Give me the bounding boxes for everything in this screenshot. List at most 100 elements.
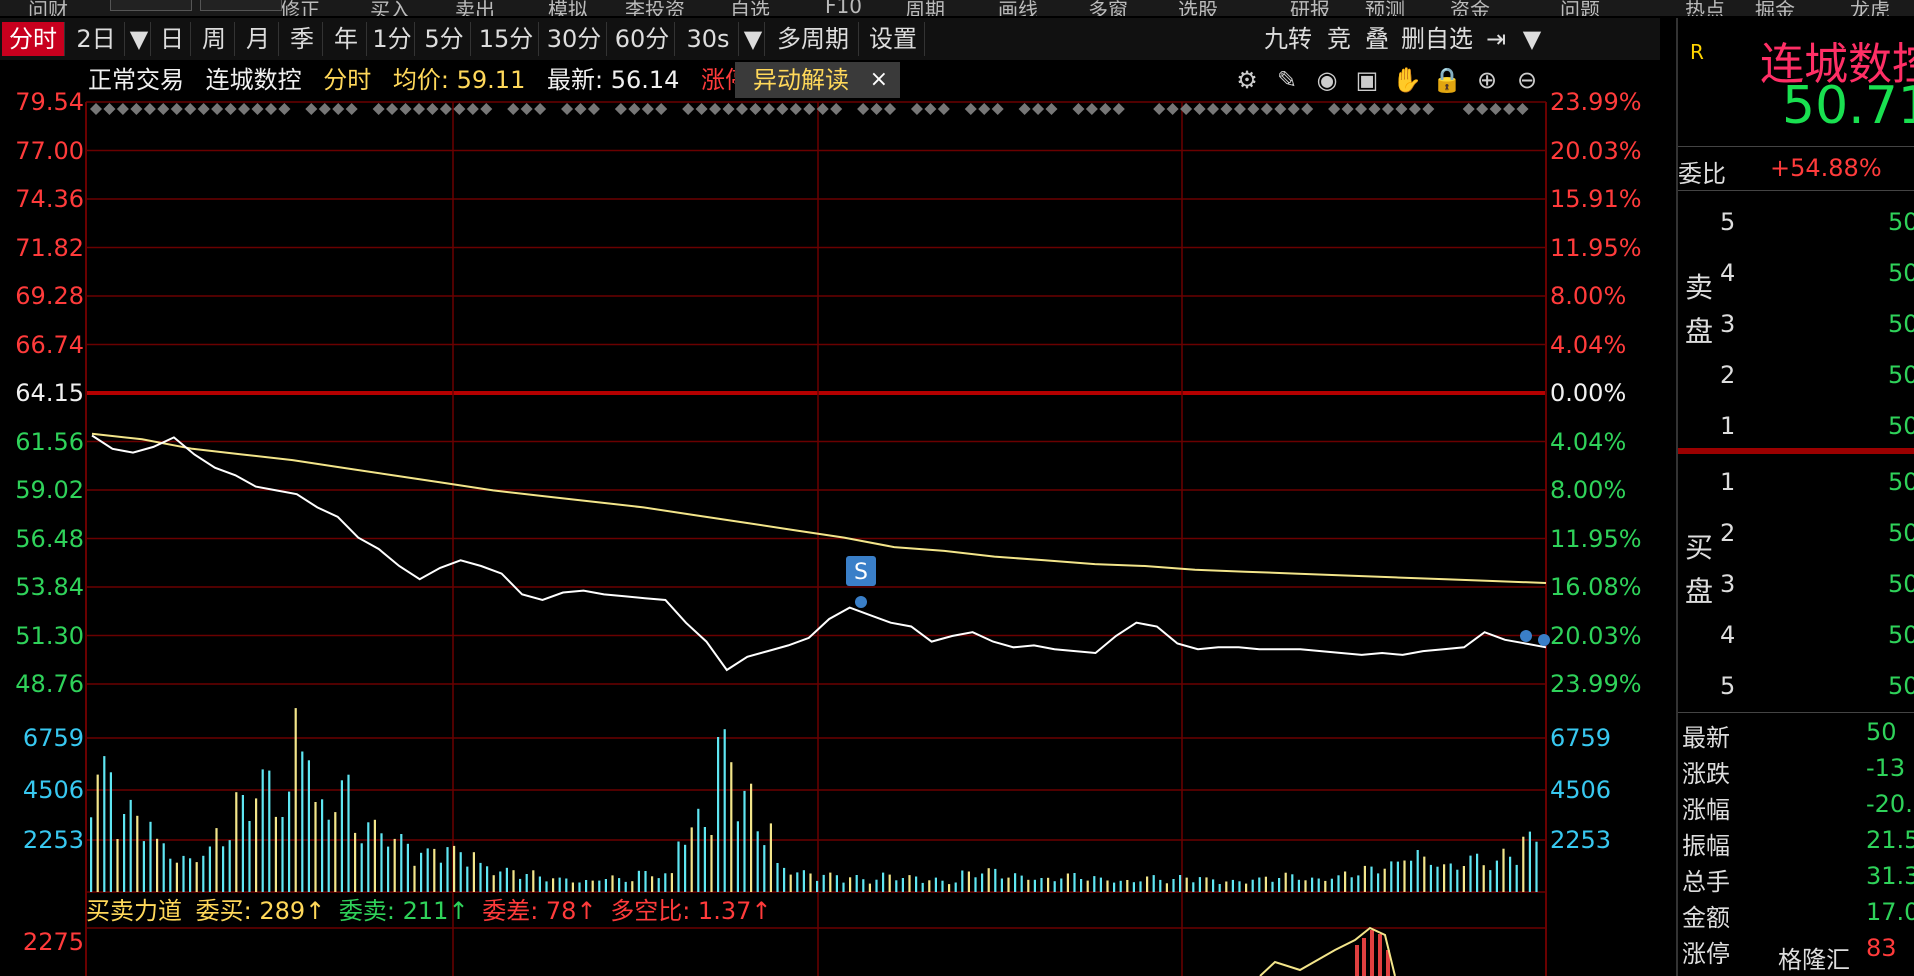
right-tab-1[interactable]: 竞	[1322, 22, 1356, 56]
tab-3[interactable]: 日	[154, 22, 191, 56]
event-diamond	[937, 103, 950, 115]
volume-bar	[354, 832, 357, 892]
close-icon[interactable]: ×	[870, 62, 888, 98]
top-menu-item[interactable]: 周期	[905, 0, 945, 16]
top-menu-item[interactable]: 掘金	[1755, 0, 1795, 16]
chevron-down-icon[interactable]: ▼	[128, 22, 151, 56]
volume-bar	[862, 879, 865, 892]
top-menu-item[interactable]: F10	[825, 0, 862, 16]
buy-level-price[interactable]: 50	[1888, 468, 1914, 496]
eye-icon[interactable]: ◉	[1312, 64, 1342, 96]
buy-level-price[interactable]: 50	[1888, 570, 1914, 598]
stat-label: 最新	[1682, 724, 1730, 752]
volume-bar	[1324, 880, 1327, 892]
volume-bar	[974, 877, 977, 892]
volume-bar	[1502, 848, 1505, 892]
tab-10[interactable]: 15分	[474, 22, 539, 56]
top-menu-item[interactable]: 画线	[998, 0, 1038, 16]
volume-bar	[901, 878, 904, 892]
pen-icon[interactable]: ✎	[1272, 64, 1302, 96]
top-menu-item[interactable]: 研报	[1290, 0, 1330, 16]
export-icon[interactable]: ⇥	[1480, 22, 1512, 56]
zoom-in-icon[interactable]: ⊕	[1472, 64, 1502, 96]
right-tab-2[interactable]: 叠	[1360, 22, 1394, 56]
chevron-down-icon[interactable]: ▼	[742, 22, 765, 56]
volume-bar	[1106, 880, 1109, 892]
anomaly-popup[interactable]: 异动解读 ×	[735, 62, 900, 98]
stat-label: 总手	[1682, 868, 1730, 896]
sell-level-price[interactable]: 50	[1888, 412, 1914, 440]
top-menu-item[interactable]: 修正	[280, 0, 320, 16]
top-menu-item[interactable]: 自选	[730, 0, 770, 16]
signal-marker[interactable]: S	[846, 556, 876, 608]
tab-12[interactable]: 60分	[610, 22, 675, 56]
tab-13[interactable]: 30s	[678, 22, 739, 56]
top-menu-item[interactable]: 预测	[1365, 0, 1405, 16]
volume-bar	[413, 865, 416, 892]
volume-bar	[1126, 880, 1129, 892]
event-dot[interactable]	[1520, 630, 1532, 642]
sell-level-price[interactable]: 50	[1888, 208, 1914, 236]
volume-bar	[908, 875, 911, 892]
stock-name: 连城数控	[205, 66, 302, 94]
tab-5[interactable]: 月	[238, 22, 279, 56]
sell-level-price[interactable]: 50	[1888, 259, 1914, 287]
top-menu-item[interactable]: 问题	[1560, 0, 1600, 16]
volume-bar	[1429, 864, 1432, 892]
tab-6[interactable]: 季	[282, 22, 323, 56]
top-menu-item[interactable]: 热点	[1685, 0, 1725, 16]
top-menu-item[interactable]: 李投资	[625, 0, 685, 16]
top-menu-item[interactable]: 多窗	[1088, 0, 1128, 16]
tab-7[interactable]: 年	[326, 22, 367, 56]
tab-1[interactable]: 2日	[68, 22, 125, 56]
event-dot[interactable]	[1538, 634, 1550, 646]
volume-bar	[1231, 879, 1234, 892]
sell-level-index: 2	[1720, 361, 1736, 389]
event-diamond	[910, 103, 923, 115]
top-menu-item[interactable]: 模拟	[548, 0, 588, 16]
chevron-down-icon[interactable]: ▼	[1518, 22, 1546, 56]
tab-16[interactable]: 设置	[862, 22, 925, 56]
stat-value: 17.07	[1866, 898, 1914, 926]
price-axis-label: 48.76	[15, 670, 84, 698]
briefcase-icon[interactable]: ▣	[1352, 64, 1382, 96]
volume-bar	[769, 823, 772, 892]
hand-icon[interactable]: ✋	[1392, 64, 1422, 96]
buy-level-price[interactable]: 50	[1888, 621, 1914, 649]
volume-bar	[1410, 860, 1413, 892]
right-tab-0[interactable]: 九转	[1260, 22, 1316, 56]
tab-15[interactable]: 多周期	[768, 22, 859, 56]
volume-bar	[347, 774, 350, 892]
volume-bar	[835, 875, 838, 892]
top-menu-item[interactable]: 买入	[370, 0, 410, 16]
gear-icon[interactable]: ⚙	[1232, 64, 1262, 96]
percent-axis-label: 4.04%	[1550, 427, 1627, 456]
zoom-out-icon[interactable]: ⊖	[1512, 64, 1542, 96]
buy-level-price[interactable]: 50	[1888, 672, 1914, 700]
force-sell: 委卖: 211↑	[338, 897, 469, 925]
top-menu-item[interactable]: 龙虎	[1850, 0, 1890, 16]
tab-4[interactable]: 周	[194, 22, 235, 56]
event-diamond	[278, 103, 291, 115]
sell-level-price[interactable]: 50	[1888, 310, 1914, 338]
sell-level-index: 4	[1720, 259, 1736, 287]
volume-bar	[967, 871, 970, 892]
volume-bar	[492, 875, 495, 892]
lock-icon[interactable]: 🔒	[1432, 64, 1462, 96]
volume-bar	[519, 878, 522, 892]
tab-8[interactable]: 1分	[370, 22, 415, 56]
right-tab-3[interactable]: 删自选	[1398, 22, 1476, 56]
percent-axis-label: 20.03%	[1550, 136, 1642, 165]
tab-0[interactable]: 分时	[2, 22, 65, 56]
top-menu-item[interactable]: 问财	[28, 0, 68, 16]
volume-bar	[1198, 877, 1201, 892]
volume-bar	[1086, 880, 1089, 892]
buy-level-price[interactable]: 50	[1888, 519, 1914, 547]
top-menu-item[interactable]: 选股	[1178, 0, 1218, 16]
top-menu-item[interactable]: 卖出	[455, 0, 495, 16]
tab-11[interactable]: 30分	[542, 22, 607, 56]
top-menu-item[interactable]: 资金	[1450, 0, 1490, 16]
stat-value: 21.5	[1866, 826, 1914, 854]
tab-9[interactable]: 5分	[418, 22, 471, 56]
sell-level-price[interactable]: 50	[1888, 361, 1914, 389]
